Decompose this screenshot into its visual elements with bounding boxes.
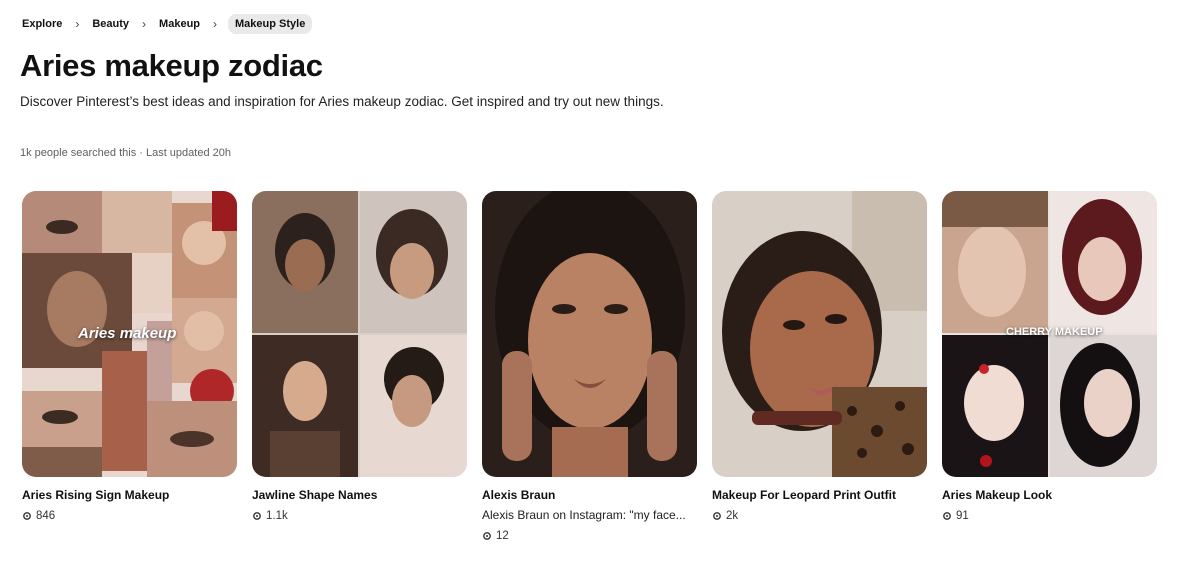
breadcrumb-item-makeup[interactable]: Makeup	[157, 14, 202, 34]
pin-stats: 91	[942, 510, 1157, 522]
pin-card[interactable]: Aries makeup Aries Rising Sign Makeup 84…	[22, 191, 237, 542]
pin-reaction-count: 12	[496, 530, 509, 542]
search-meta: 1k people searched this · Last updated 2…	[20, 147, 231, 159]
pin-title[interactable]: Jawline Shape Names	[252, 488, 467, 502]
pin-overlay-text: CHERRY MAKEUP	[1006, 326, 1103, 338]
pin-title[interactable]: Makeup For Leopard Print Outfit	[712, 488, 927, 502]
pin-image-portrait[interactable]	[482, 191, 697, 477]
pin-image-grid[interactable]	[252, 191, 467, 477]
pin-image-collage[interactable]: Aries makeup	[22, 191, 237, 477]
reaction-icon	[943, 512, 951, 520]
page-title: Aries makeup zodiac	[20, 48, 323, 83]
pin-overlay-text: Aries makeup	[78, 325, 177, 342]
pin-title[interactable]: Aries Rising Sign Makeup	[22, 488, 237, 502]
pin-stats: 846	[22, 510, 237, 522]
pin-reaction-count: 2k	[726, 510, 739, 522]
pin-stats: 1.1k	[252, 510, 467, 522]
pin-stats: 2k	[712, 510, 927, 522]
chevron-right-icon: ›	[213, 17, 218, 31]
page-description: Discover Pinterest’s best ideas and insp…	[20, 94, 664, 109]
breadcrumb-item-beauty[interactable]: Beauty	[90, 14, 131, 34]
pin-card[interactable]: CHERRY MAKEUP Aries Makeup Look 91	[942, 191, 1157, 542]
chevron-right-icon: ›	[75, 17, 80, 31]
pin-reaction-count: 1.1k	[266, 510, 288, 522]
pin-card[interactable]: Alexis Braun Alexis Braun on Instagram: …	[482, 191, 697, 542]
reaction-icon	[253, 512, 261, 520]
pin-card[interactable]: Jawline Shape Names 1.1k	[252, 191, 467, 542]
pin-grid: Aries makeup Aries Rising Sign Makeup 84…	[22, 191, 1157, 542]
pin-card[interactable]: Makeup For Leopard Print Outfit 2k	[712, 191, 927, 542]
reaction-icon	[483, 532, 491, 540]
reaction-icon	[23, 512, 31, 520]
pin-title[interactable]: Alexis Braun	[482, 488, 697, 502]
reaction-icon	[713, 512, 721, 520]
pin-description: Alexis Braun on Instagram: "my face...	[482, 508, 686, 522]
breadcrumb-item-current[interactable]: Makeup Style	[228, 14, 313, 34]
pin-reaction-count: 91	[956, 510, 969, 522]
chevron-right-icon: ›	[142, 17, 147, 31]
pin-title[interactable]: Aries Makeup Look	[942, 488, 1157, 502]
pin-stats: 12	[482, 530, 697, 542]
breadcrumb: Explore › Beauty › Makeup › Makeup Style	[20, 12, 313, 36]
pin-image-portrait[interactable]	[712, 191, 927, 477]
pin-reaction-count: 846	[36, 510, 56, 522]
breadcrumb-item-explore[interactable]: Explore	[20, 14, 64, 34]
pin-image-collage[interactable]: CHERRY MAKEUP	[942, 191, 1157, 477]
